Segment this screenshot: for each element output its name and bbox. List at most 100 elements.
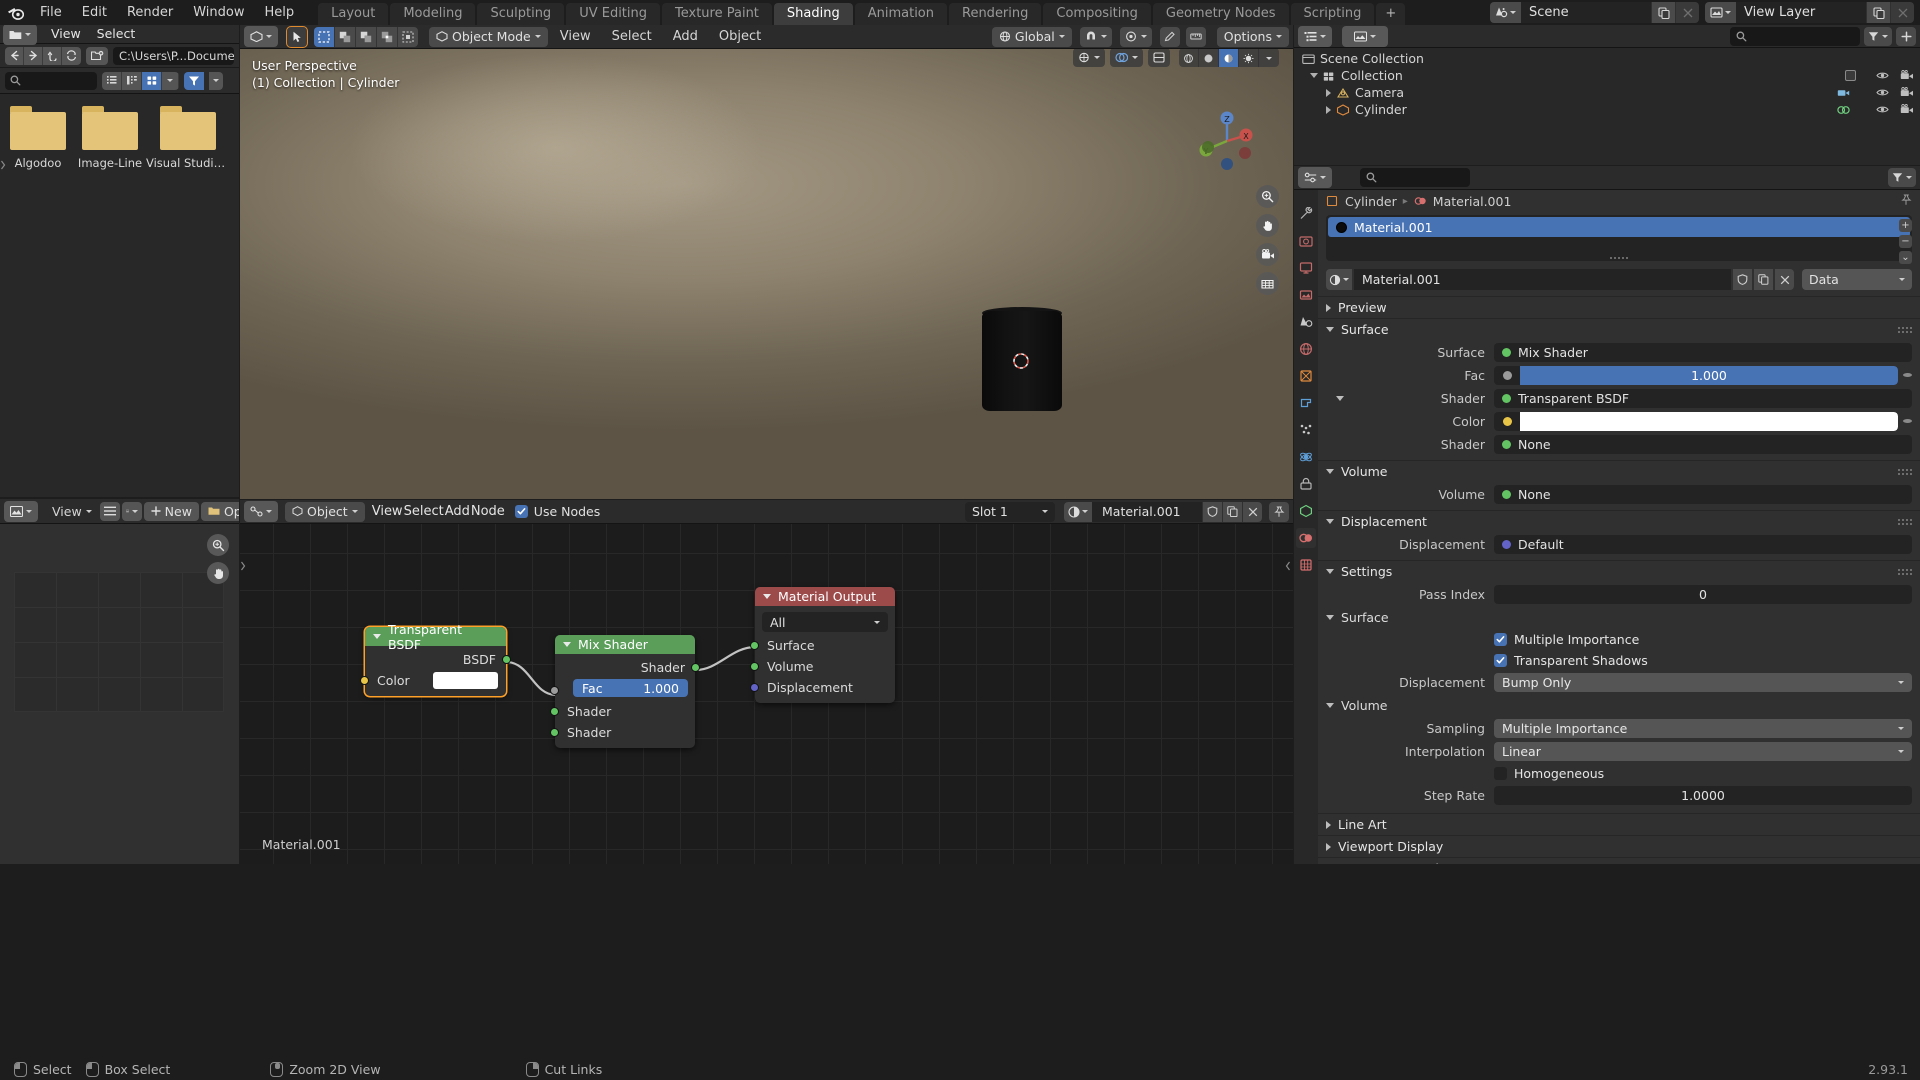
scene-icon[interactable] [1490,2,1521,23]
node-output-shader[interactable]: Shader [555,657,700,678]
properties-pin-icon[interactable] [1900,194,1912,209]
disclosure-triangle-icon[interactable] [1326,88,1331,97]
breadcrumb-material[interactable]: Material.001 [1433,194,1512,209]
tab-modifier-icon[interactable] [1296,393,1316,413]
breadcrumb-object[interactable]: Cylinder [1345,194,1397,209]
vertical-list-icon[interactable] [102,71,122,90]
viewport-overlays-toggle[interactable] [1110,49,1143,67]
material-slot-list[interactable]: Material.001 [1326,215,1912,261]
menu-file[interactable]: File [30,0,72,25]
image-editor-menu-button[interactable] [99,501,120,521]
collapse-triangle-icon[interactable] [373,634,381,639]
file-item[interactable]: Image-Line [74,106,146,170]
filebrowser-menu-select[interactable]: Select [89,25,144,43]
node-menu-select[interactable]: Select [404,504,444,519]
editor-type-selector-properties[interactable] [1298,167,1332,188]
checkbox-checked-icon[interactable] [1494,653,1507,667]
navigation-gizmo[interactable]: Z X Y [1195,109,1259,173]
workspace-tab-sculpting[interactable]: Sculpting [477,3,565,25]
file-search-input[interactable] [5,71,97,90]
prop-value-field[interactable]: Transparent BSDF [1494,388,1912,408]
outliner-new-collection-button[interactable] [1896,26,1916,46]
file-path-input[interactable]: C:\Users\P...Documents\ [113,46,234,65]
tab-world-icon[interactable] [1296,339,1316,359]
tab-physics-icon[interactable] [1296,447,1316,467]
tab-material-icon[interactable] [1296,528,1316,548]
workspace-tab-animation[interactable]: Animation [854,3,947,25]
checkbox-checked-icon[interactable] [1494,632,1507,646]
copy-material-button[interactable] [1754,269,1773,290]
panel-displacement[interactable]: Displacement [1318,510,1920,532]
scene-name[interactable]: Scene [1521,2,1651,23]
output-target-selector[interactable]: All [762,612,888,632]
pin-icon[interactable] [1269,501,1289,522]
viewport-options-button[interactable]: Options [1216,26,1289,47]
new-folder-icon[interactable] [86,46,108,65]
image-datablock-selector[interactable] [121,501,142,521]
tab-render-icon[interactable] [1296,231,1316,251]
tab-texture-icon[interactable] [1296,555,1316,575]
blender-logo-icon[interactable] [0,0,30,25]
properties-options-button[interactable] [1888,168,1916,187]
workspace-tab-compositing[interactable]: Compositing [1043,3,1151,25]
shading-material-preview-icon[interactable] [1219,49,1239,67]
panel-surface[interactable]: Surface [1318,318,1920,340]
node-transparent-bsdf[interactable]: Transparent BSDF BSDF Color [360,622,511,696]
arrow-right-icon[interactable] [24,46,43,65]
new-image-button[interactable]: New [143,501,199,521]
tab-constraints-icon[interactable] [1296,474,1316,494]
image-canvas-area[interactable] [14,572,224,712]
camera-icon[interactable] [1900,70,1914,81]
subpanel-volume-settings[interactable]: Volume [1326,695,1912,716]
color-swatch[interactable] [1520,411,1898,431]
prop-value-field[interactable]: None [1494,484,1912,504]
prop-value-field[interactable]: Mix Shader [1494,342,1912,362]
socket-shader-in[interactable] [550,707,559,716]
node-sidebar-toggle[interactable] [1285,560,1291,576]
pan-hand-icon[interactable] [207,562,229,584]
filebrowser-menu-view[interactable]: View [43,25,89,43]
view-layer-icon[interactable] [1705,2,1736,23]
select-difference-icon[interactable] [398,26,418,47]
editor-type-selector-outliner[interactable] [1298,25,1332,47]
object-mode-selector[interactable]: Object Mode [429,26,548,47]
node-region-toggle[interactable] [240,560,246,576]
node-material-field[interactable]: Material.001 [1064,501,1262,522]
image-editor-view-menu[interactable]: View [46,501,98,522]
editor-type-selector-viewport[interactable] [244,26,278,47]
panel-drag-dots[interactable] [1898,468,1912,475]
fac-value-field[interactable]: Fac 1.000 [573,679,688,697]
viewport-menu-select[interactable]: Select [603,26,661,48]
outliner-row-cylinder[interactable]: Cylinder [1294,101,1920,118]
measure-icon[interactable] [1185,26,1206,47]
unlink-material-button[interactable] [1242,501,1262,522]
panel-viewport-display[interactable]: Viewport Display [1318,835,1920,857]
socket-shader-out[interactable] [691,663,700,672]
resize-grip[interactable] [1610,257,1628,259]
prop-value-field[interactable]: None [1494,434,1912,454]
editor-type-selector-nodeeditor[interactable] [244,501,278,522]
node-mix-shader[interactable]: Mix Shader Shader Fac 1.000 Shader Shade… [550,635,700,748]
socket-displacement-in[interactable] [750,683,759,692]
remove-view-layer-button[interactable] [1890,2,1914,23]
ortho-persp-icon[interactable] [1256,272,1279,295]
node-header[interactable]: Transparent BSDF [365,622,506,652]
panel-drag-dots[interactable] [1898,326,1912,333]
node-header[interactable]: Material Output [755,587,895,606]
viewport-canvas[interactable]: User Perspective (1) Collection | Cylind… [240,49,1293,499]
node-input-fac[interactable]: Fac 1.000 [550,679,695,701]
view-layer-name[interactable]: View Layer [1736,2,1866,23]
interpolation-select[interactable]: Linear [1494,741,1912,761]
step-rate-field[interactable]: 1.0000 [1494,785,1912,805]
prop-homogeneous[interactable]: Homogeneous [1326,763,1912,783]
select-tool-button[interactable] [286,25,308,48]
node-material-output[interactable]: Material Output All Surface Volume Displ… [750,587,895,703]
shading-options-dropdown[interactable] [1259,49,1279,67]
workspace-tab-scripting[interactable]: Scripting [1290,3,1375,25]
camera-icon[interactable] [1900,87,1914,98]
menu-render[interactable]: Render [117,0,183,25]
subpanel-surface-settings[interactable]: Surface [1326,607,1912,628]
arrow-left-icon[interactable] [5,46,24,65]
material-icon[interactable] [1837,104,1850,116]
outliner-row-scene-collection[interactable]: Scene Collection [1294,50,1920,67]
